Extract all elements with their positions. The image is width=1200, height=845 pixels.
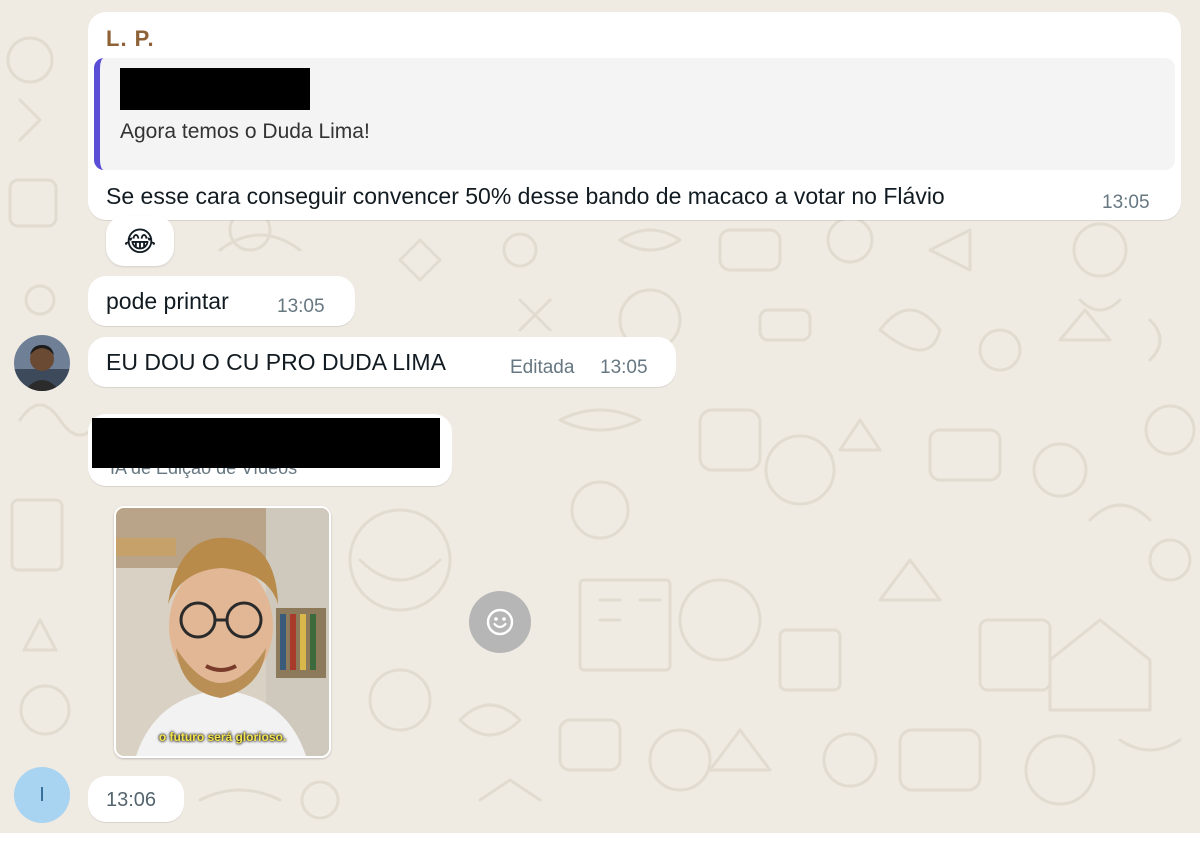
- message-time: 13:06: [106, 789, 157, 811]
- redacted-link-title: [92, 418, 440, 468]
- quoted-message-text: Agora temos o Duda Lima!: [120, 120, 370, 143]
- message-time: 13:05: [600, 357, 648, 378]
- message-bubble-duda[interactable]: EU DOU O CU PRO DUDA LIMA Editada 13:05: [88, 337, 676, 387]
- avatar-photo: [14, 335, 70, 391]
- video-thumbnail[interactable]: o futuro será glorioso.: [114, 506, 331, 758]
- message-time: 13:05: [1102, 192, 1150, 213]
- video-caption: o futuro será glorioso.: [158, 730, 287, 744]
- redacted-quote-sender: [120, 68, 310, 110]
- link-preview-bubble[interactable]: IA de Edição de Vídeos: [88, 414, 452, 486]
- edited-label: Editada: [510, 357, 575, 378]
- message-text: pode printar: [106, 288, 229, 314]
- message-reaction[interactable]: 😂: [106, 216, 174, 266]
- message-time: 13:05: [277, 296, 325, 317]
- video-frame: [116, 508, 329, 756]
- sender-avatar[interactable]: [14, 335, 70, 391]
- message-text: Se esse cara conseguir convencer 50% des…: [106, 183, 945, 209]
- quoted-message[interactable]: Agora temos o Duda Lima!: [94, 58, 1175, 170]
- message-bubble-video[interactable]: 13:06: [88, 776, 184, 822]
- message-text: EU DOU O CU PRO DUDA LIMA: [106, 349, 446, 375]
- message-bubble-quoted[interactable]: L. P. Agora temos o Duda Lima! Se esse c…: [88, 12, 1181, 220]
- sender-avatar-initial[interactable]: I: [14, 767, 70, 823]
- smiley-icon: [486, 608, 514, 636]
- sender-name[interactable]: L. P.: [106, 26, 155, 52]
- avatar-initial: I: [39, 783, 45, 806]
- message-bubble-printar[interactable]: pode printar 13:05: [88, 276, 355, 326]
- add-reaction-button[interactable]: [469, 591, 531, 653]
- bottom-edge: [0, 833, 1200, 845]
